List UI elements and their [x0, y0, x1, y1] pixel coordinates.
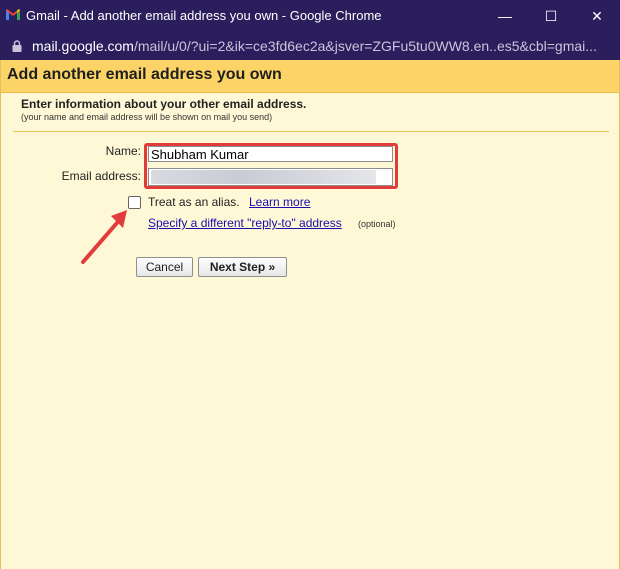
next-step-button[interactable]: Next Step » — [198, 257, 287, 277]
email-redaction — [151, 170, 376, 184]
reply-to-link[interactable]: Specify a different "reply-to" address — [148, 216, 342, 230]
intro-text: Enter information about your other email… — [21, 97, 307, 111]
optional-label: (optional) — [358, 219, 396, 229]
email-label: Email address: — [61, 169, 141, 183]
dialog-header: Add another email address you own — [1, 60, 619, 93]
close-button[interactable]: ✕ — [574, 0, 620, 32]
lock-icon — [12, 40, 22, 52]
url-text[interactable]: mail.google.com/mail/u/0/?ui=2&ik=ce3fd6… — [32, 38, 597, 54]
learn-more-link[interactable]: Learn more — [249, 195, 310, 209]
name-label: Name: — [105, 144, 141, 158]
alias-label: Treat as an alias. — [148, 195, 240, 209]
cancel-button[interactable]: Cancel — [136, 257, 193, 277]
address-bar[interactable]: mail.google.com/mail/u/0/?ui=2&ik=ce3fd6… — [0, 32, 620, 60]
gmail-icon — [6, 9, 20, 20]
window-title: Gmail - Add another email address you ow… — [26, 8, 382, 23]
url-path: /mail/u/0/?ui=2&ik=ce3fd6ec2a&jsver=ZGFu… — [133, 38, 597, 54]
window-titlebar: Gmail - Add another email address you ow… — [0, 0, 620, 32]
maximize-button[interactable]: ☐ — [528, 0, 574, 32]
annotation-arrow-icon — [81, 210, 127, 264]
dialog-title: Add another email address you own — [7, 66, 282, 83]
intro-subtext: (your name and email address will be sho… — [21, 112, 273, 122]
divider — [13, 131, 609, 132]
url-host: mail.google.com — [32, 38, 134, 54]
minimize-button[interactable]: — — [482, 0, 528, 32]
name-input[interactable] — [148, 146, 393, 162]
dialog-content: Add another email address you own Enter … — [0, 60, 620, 569]
